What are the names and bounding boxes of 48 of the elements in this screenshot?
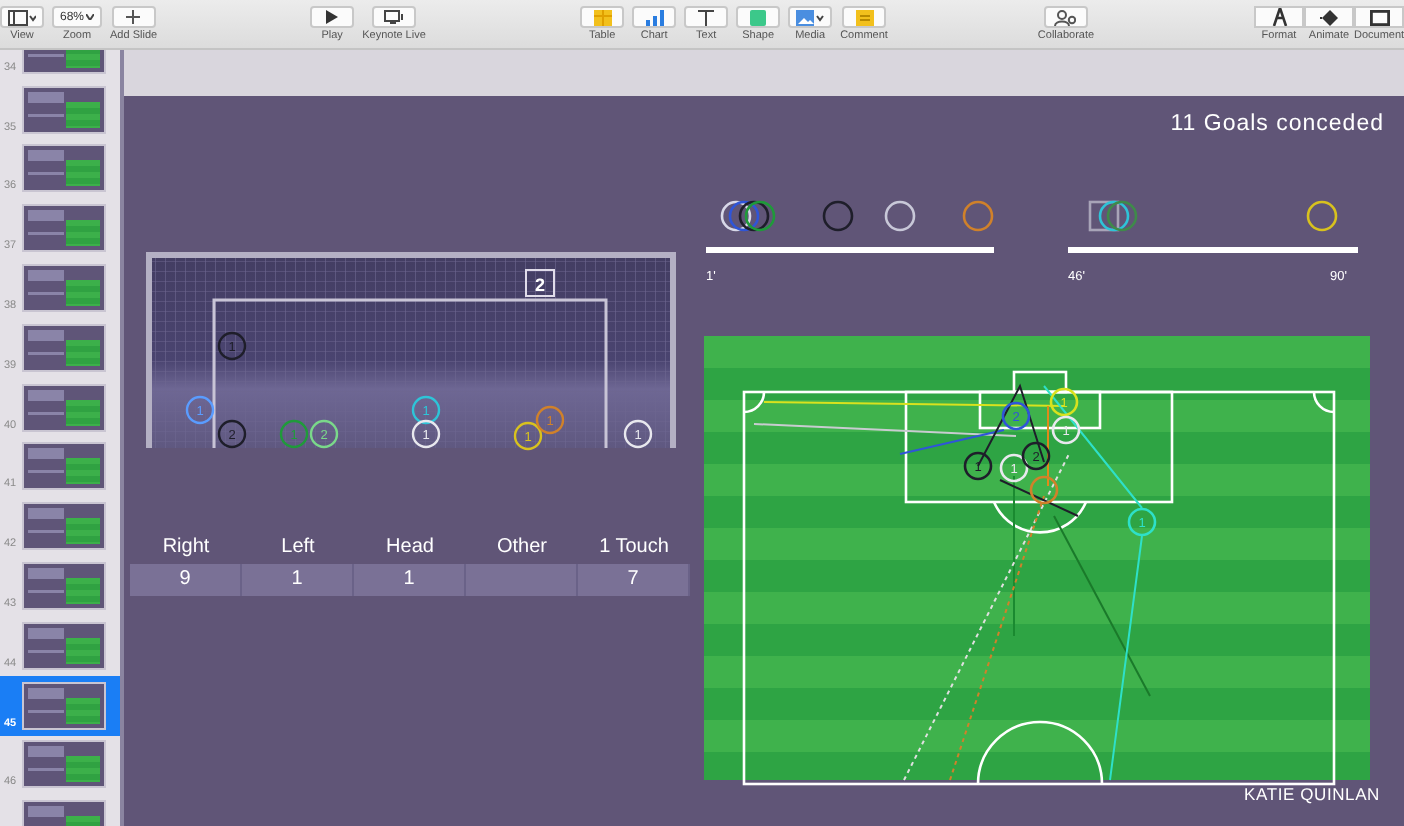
monitor-icon <box>383 10 405 24</box>
toolbar-button[interactable] <box>684 6 729 28</box>
toolbar-button[interactable] <box>1043 6 1088 28</box>
comment-icon <box>855 9 873 25</box>
slide-title: 11 Goals conceded <box>1170 112 1384 136</box>
toolbar-button[interactable] <box>1354 6 1404 28</box>
text-icon <box>698 9 715 25</box>
shot-marker <box>1029 475 1059 505</box>
table-cell: 1 <box>242 564 354 596</box>
bar-chart-icon <box>645 9 664 25</box>
slide-thumbnail <box>22 204 106 253</box>
table-cell: 9 <box>130 564 242 596</box>
column-header: Other <box>494 534 549 562</box>
table-cell: 1 <box>354 564 466 596</box>
slide-thumbnail <box>22 442 106 491</box>
slide-thumbnail <box>22 561 106 610</box>
toolbar-button[interactable] <box>1304 6 1354 28</box>
toolbar-button[interactable] <box>372 6 416 28</box>
diamond-icon <box>1319 9 1339 25</box>
toolbar-button[interactable] <box>1254 6 1304 28</box>
slide-thumbnail <box>22 502 106 551</box>
toolbar-button[interactable] <box>111 6 156 28</box>
column-header: Left <box>279 534 317 562</box>
slide-thumbnail <box>22 144 106 193</box>
toolbar-button[interactable] <box>310 6 355 28</box>
slide-thumbnail <box>22 621 106 670</box>
media-icon <box>796 9 825 25</box>
column-header: Head <box>384 534 436 562</box>
shape-icon <box>750 9 767 25</box>
plus-icon <box>126 10 141 24</box>
column-header: 1 Touch <box>597 534 671 562</box>
slide-thumbnail <box>22 263 106 312</box>
slide-thumbnail <box>22 681 106 730</box>
column-header: Right <box>160 534 212 562</box>
slide-thumbnail <box>22 740 106 789</box>
slide-thumbnail <box>22 85 106 134</box>
toolbar-button[interactable] <box>0 6 44 28</box>
number-box: 2 <box>525 269 555 297</box>
author-name: KATIE QUINLAN <box>1244 784 1380 804</box>
slide-thumbnail <box>22 323 106 372</box>
play-icon <box>326 10 339 24</box>
view-icon <box>8 9 36 25</box>
table-cell: 7 <box>578 564 690 596</box>
caret-icon <box>86 14 95 20</box>
person-icon <box>1054 9 1077 25</box>
document-icon <box>1369 9 1390 25</box>
table-icon <box>593 9 612 25</box>
slide-thumbnail <box>22 383 106 432</box>
